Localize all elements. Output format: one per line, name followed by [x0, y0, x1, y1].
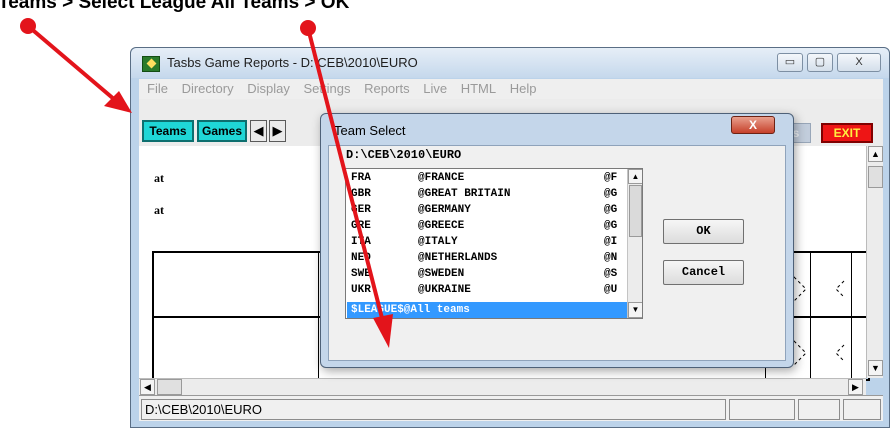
- maximize-icon[interactable]: ▢: [807, 53, 833, 72]
- status-cell: [798, 399, 840, 420]
- annotation-dot: [300, 20, 316, 36]
- window-title: Tasbs Game Reports - D:\CEB\2010\EURO: [167, 55, 418, 70]
- list-item[interactable]: UKR @UKRAINE @U: [347, 282, 627, 298]
- combo-dropdown-icon[interactable]: ▼: [628, 302, 642, 318]
- games-button[interactable]: Games: [197, 120, 247, 142]
- scroll-down-icon[interactable]: ▼: [868, 360, 883, 376]
- menu-html[interactable]: HTML: [461, 79, 496, 99]
- menu-help[interactable]: Help: [510, 79, 537, 99]
- exit-button[interactable]: EXIT: [821, 123, 873, 143]
- grid-divider: [318, 253, 319, 379]
- menu-live[interactable]: Live: [423, 79, 447, 99]
- cancel-button[interactable]: Cancel: [663, 260, 744, 285]
- menu-reports[interactable]: Reports: [364, 79, 410, 99]
- list-item[interactable]: FRA @FRANCE @F: [347, 170, 627, 186]
- list-item[interactable]: SWE @SWEDEN @S: [347, 266, 627, 282]
- team-select-dialog: Team Select X D:\CEB\2010\EURO FRA @FRANC…: [320, 113, 794, 368]
- game-at-label: at: [154, 203, 164, 217]
- hscroll-thumb[interactable]: [157, 379, 182, 395]
- scroll-thumb[interactable]: [868, 166, 883, 188]
- list-item[interactable]: NED @NETHERLANDS @N: [347, 250, 627, 266]
- list-item[interactable]: GER @GERMANY @G: [347, 202, 627, 218]
- baseball-field-icon: [142, 56, 160, 72]
- list-scroll-up-icon[interactable]: ▲: [628, 169, 642, 184]
- next-arrow-button[interactable]: ▶: [269, 120, 286, 142]
- status-cell: [843, 399, 881, 420]
- menu-file[interactable]: File: [147, 79, 168, 99]
- annotation-arrow: [26, 24, 117, 102]
- status-bar: D:\CEB\2010\EURO: [139, 395, 883, 421]
- menu-display[interactable]: Display: [247, 79, 290, 99]
- list-scroll-thumb[interactable]: [629, 185, 642, 237]
- vertical-scrollbar[interactable]: ▲ ▼: [866, 146, 883, 378]
- teams-button[interactable]: Teams: [142, 120, 194, 142]
- game-at-label: at: [154, 171, 164, 185]
- menu-directory[interactable]: Directory: [182, 79, 234, 99]
- ok-button[interactable]: OK: [663, 219, 744, 244]
- title-bar: Tasbs Game Reports - D:\CEB\2010\EURO ▭ …: [131, 48, 889, 78]
- annotation-arrowhead: [104, 91, 132, 113]
- status-cell: [729, 399, 795, 420]
- scroll-up-icon[interactable]: ▲: [868, 146, 883, 162]
- minimize-icon[interactable]: ▭: [777, 53, 803, 72]
- list-scrollbar[interactable]: ▲: [627, 169, 642, 318]
- horizontal-scrollbar[interactable]: ◀ ▶: [139, 378, 866, 395]
- list-item[interactable]: ITA @ITALY @I: [347, 234, 627, 250]
- scroll-left-icon[interactable]: ◀: [140, 379, 155, 395]
- list-item[interactable]: GBR @GREAT BRITAIN @G: [347, 186, 627, 202]
- status-path: D:\CEB\2010\EURO: [141, 399, 726, 420]
- team-listbox[interactable]: FRA @FRANCE @F GBR @GREAT BRITAIN @G GER @GER…: [345, 168, 643, 319]
- list-item-all-teams[interactable]: $LEAGUE$@All teams: [347, 302, 628, 318]
- dialog-close-icon[interactable]: X: [731, 116, 775, 134]
- scroll-right-icon[interactable]: ▶: [848, 379, 863, 395]
- instruction-caption: Teams > Select League All Teams > OK: [0, 0, 350, 13]
- list-item[interactable]: GRE @GREECE @G: [347, 218, 627, 234]
- close-icon[interactable]: X: [837, 53, 881, 72]
- dialog-directory-path: D:\CEB\2010\EURO: [346, 148, 462, 162]
- annotation-dot: [20, 18, 36, 34]
- dialog-title: Team Select: [334, 123, 406, 138]
- prev-arrow-button[interactable]: ◀: [250, 120, 267, 142]
- menu-bar: File Directory Display Settings Reports …: [139, 79, 883, 99]
- menu-settings[interactable]: Settings: [303, 79, 350, 99]
